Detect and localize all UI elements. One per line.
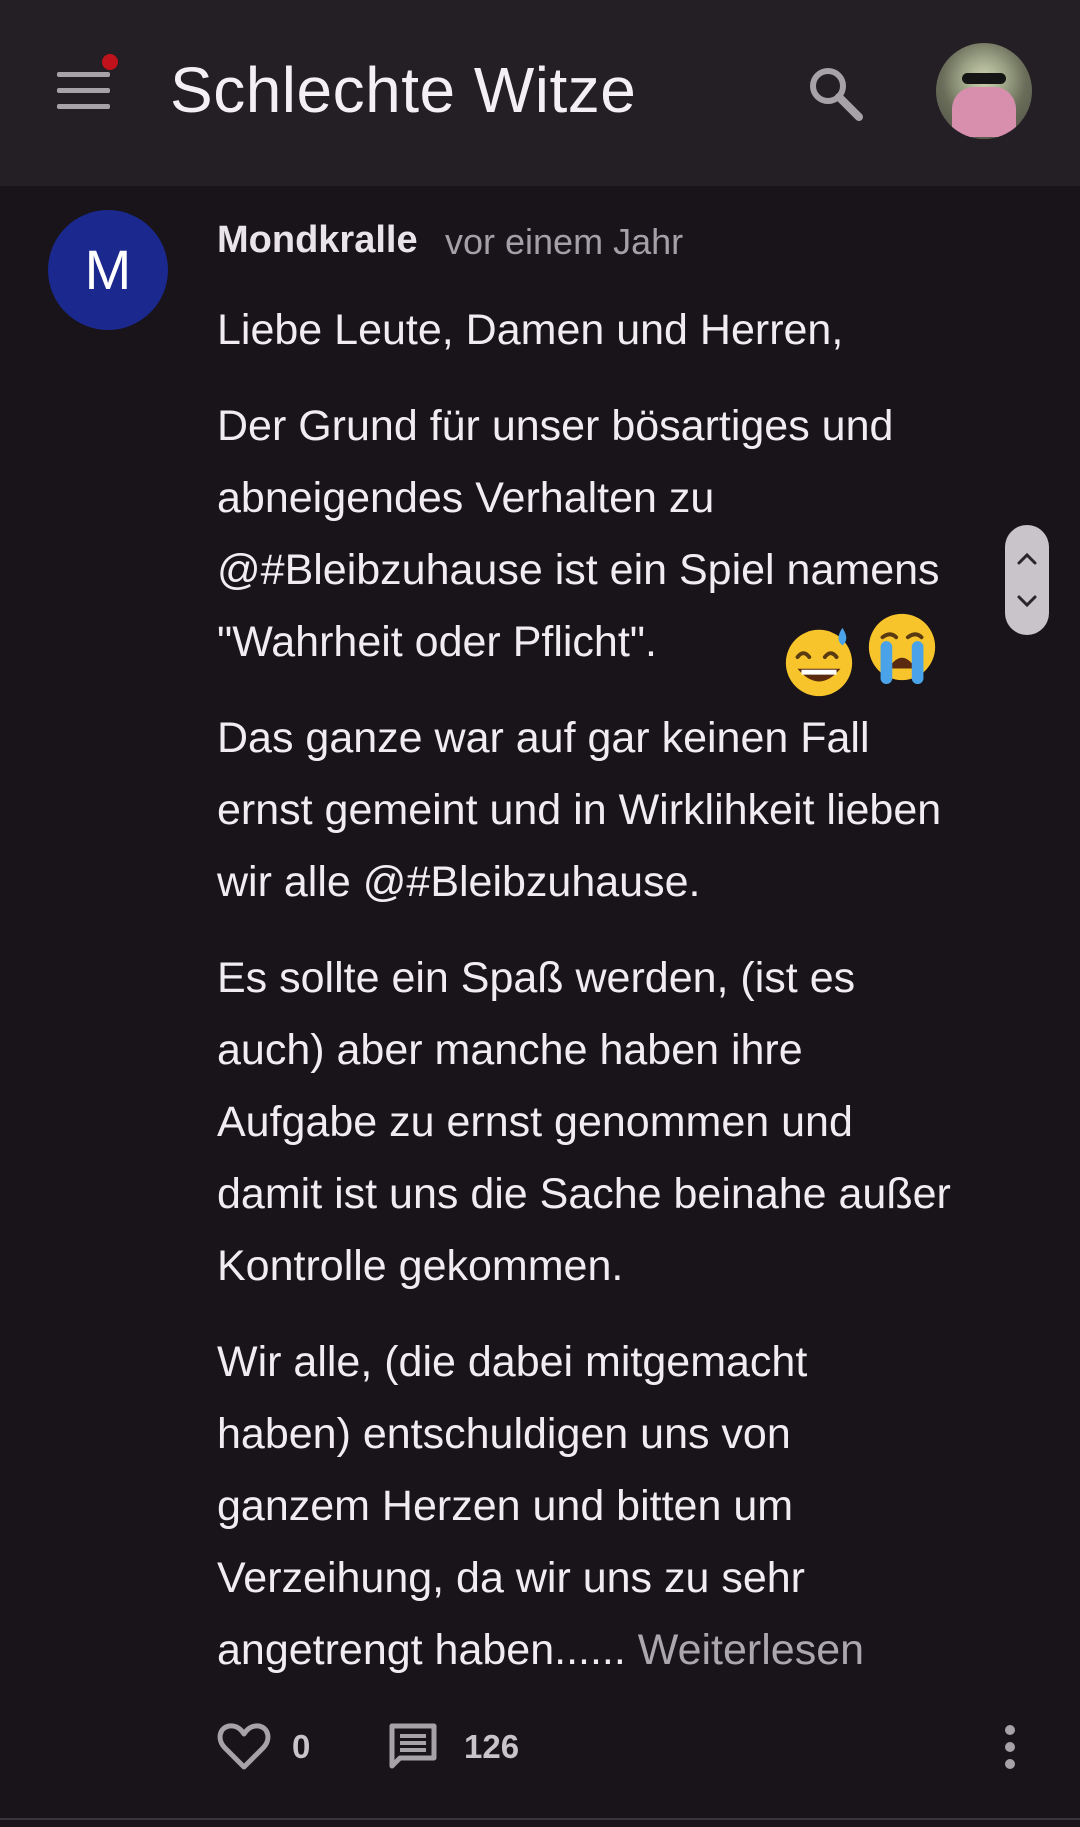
comment-divider <box>0 1818 1080 1820</box>
profile-avatar[interactable] <box>936 43 1032 139</box>
read-more-link[interactable]: Weiterlesen <box>638 1626 864 1674</box>
comment-line: ernst gemeint und in Wirklihkeit lieben <box>217 786 942 834</box>
hamburger-menu-icon-bar <box>57 104 110 109</box>
comment-line: Aufgabe zu ernst genommen und <box>217 1098 853 1146</box>
notification-dot <box>102 54 118 70</box>
comment-timestamp: vor einem Jahr <box>445 221 684 262</box>
scroll-chevrons <box>1017 552 1037 608</box>
comment-line: Liebe Leute, Damen und Herren, <box>217 306 844 354</box>
comment-icon <box>389 1723 437 1769</box>
more-vertical-icon <box>1005 1725 1015 1769</box>
comment-author-name[interactable]: Mondkralle <box>217 218 418 262</box>
comment-line: abneigendes Verhalten zu <box>217 474 715 522</box>
heart-icon <box>217 1723 271 1770</box>
like-button[interactable] <box>216 1722 272 1772</box>
reply-button[interactable] <box>388 1722 438 1772</box>
comment-line: Kontrolle gekommen. <box>217 1242 624 1290</box>
scroll-handle[interactable] <box>1005 525 1049 635</box>
comment-line: ganzem Herzen und bitten um <box>217 1482 794 1530</box>
comment-line: Verzeihung, da wir uns zu sehr <box>217 1554 805 1602</box>
search-button[interactable] <box>804 62 868 126</box>
hamburger-menu-icon-bar <box>57 88 110 93</box>
comment-line: @#Bleibzuhause ist ein Spiel namens <box>217 546 940 594</box>
menu-button[interactable] <box>54 54 118 114</box>
search-icon <box>810 68 863 121</box>
page-title: Schlechte Witze <box>170 54 637 126</box>
comment-author-avatar[interactable]: M <box>48 210 168 330</box>
loudly-crying-face-emoji <box>868 613 936 685</box>
comment-line: haben) entschuldigen uns von <box>217 1410 791 1458</box>
top-app-bar: Schlechte Witze <box>0 0 1080 186</box>
like-count: 0 <box>292 1728 311 1765</box>
comment-line: Es sollte ein Spaß werden, (ist es <box>217 954 856 1002</box>
comment-line: damit ist uns die Sache beinahe außer <box>217 1170 951 1218</box>
profile-avatar-glasses <box>962 73 1006 84</box>
hamburger-menu-icon <box>57 72 110 77</box>
comment-line-last: angetrengt haben...... Weiterlesen <box>217 1622 864 1678</box>
comment-line: Wir alle, (die dabei mitgemacht <box>217 1338 808 1386</box>
comment-line-text: angetrengt haben...... <box>217 1626 626 1674</box>
reply-count: 126 <box>464 1728 520 1765</box>
grinning-face-with-sweat-emoji <box>785 627 853 697</box>
comment-line: Der Grund für unser bösartiges und <box>217 402 894 450</box>
comment-line: auch) aber manche haben ihre <box>217 1026 803 1074</box>
comment-line: "Wahrheit oder Pflicht". <box>217 618 657 666</box>
chevron-up-icon[interactable] <box>1017 552 1037 565</box>
chevron-down-icon[interactable] <box>1017 595 1037 608</box>
profile-avatar-cloth <box>952 87 1016 137</box>
comment-line: wir alle @#Bleibzuhause. <box>217 858 701 906</box>
comment-line: Das ganze war auf gar keinen Fall <box>217 714 870 762</box>
more-options-button[interactable] <box>992 1722 1028 1772</box>
